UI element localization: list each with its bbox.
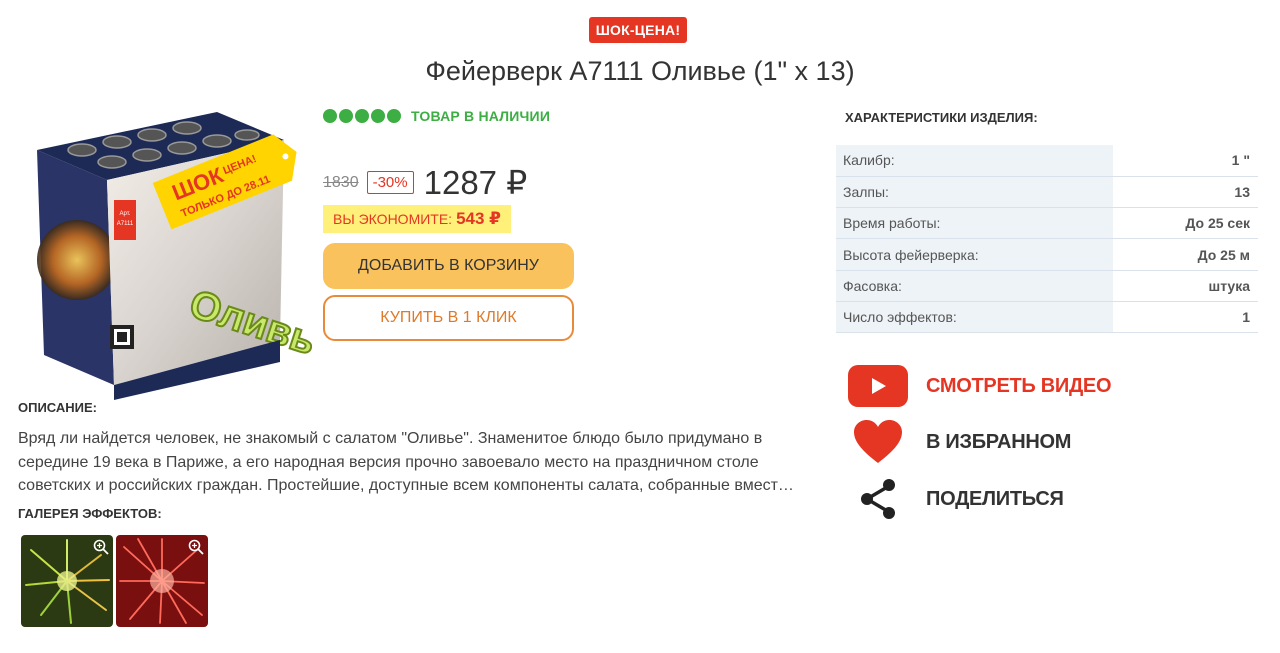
- zoom-icon: [188, 539, 204, 555]
- price-row: 1830 -30% 1287 ₽: [323, 163, 527, 202]
- add-to-cart-button[interactable]: ДОБАВИТЬ В КОРЗИНУ: [323, 243, 574, 289]
- discount-badge: -30%: [366, 171, 414, 194]
- rating-dot: [387, 109, 401, 123]
- product-title: Фейерверк А7111 Оливье (1" х 13): [425, 56, 855, 86]
- description-text: Вряд ли найдется человек, не знакомый с …: [18, 430, 794, 494]
- spec-key: Фасовка:: [836, 270, 1113, 302]
- youtube-icon: [848, 364, 908, 408]
- savings-value: 543 ₽: [456, 209, 501, 228]
- spec-value: 13: [1113, 176, 1258, 209]
- current-price: 1287 ₽: [423, 164, 528, 201]
- product-image[interactable]: Арт. А7111 Оливье ШОК ЦЕНА! ТОЛЬКО ДО 28…: [22, 100, 343, 400]
- share-link[interactable]: ПОДЕЛИТЬСЯ: [848, 477, 1064, 521]
- spec-value: 1 ": [1113, 145, 1258, 177]
- rating-dot: [371, 109, 385, 123]
- spec-value: До 25 сек: [1113, 207, 1258, 240]
- svg-text:А7111: А7111: [117, 221, 134, 227]
- spec-row: Калибр: 1 ": [836, 145, 1258, 177]
- spec-row: Фасовка: штука: [836, 270, 1258, 302]
- stock-status: ТОВАР В НАЛИЧИИ: [323, 108, 550, 124]
- spec-value: До 25 м: [1113, 238, 1258, 271]
- spec-key: Высота фейерверка:: [836, 238, 1113, 271]
- specs-heading: ХАРАКТЕРИСТИКИ ИЗДЕЛИЯ:: [845, 110, 1038, 125]
- spec-value: 1: [1113, 301, 1258, 334]
- gallery-thumb[interactable]: [21, 535, 113, 627]
- gallery-heading: ГАЛЕРЕЯ ЭФФЕКТОВ:: [18, 506, 162, 521]
- svg-text:Арт.: Арт.: [120, 211, 131, 217]
- spec-key: Число эффектов:: [836, 301, 1113, 334]
- stock-label: ТОВАР В НАЛИЧИИ: [411, 108, 551, 124]
- spec-key: Калибр:: [836, 145, 1113, 177]
- rating-dot: [323, 109, 337, 123]
- buy-one-click-button[interactable]: КУПИТЬ В 1 КЛИК: [323, 295, 574, 341]
- spec-value: штука: [1113, 270, 1258, 302]
- spec-row: Высота фейерверка: До 25 м: [836, 238, 1258, 271]
- old-price: 1830: [323, 173, 359, 191]
- heart-icon: [848, 420, 908, 464]
- share-label: ПОДЕЛИТЬСЯ: [926, 487, 1064, 510]
- share-icon: [848, 477, 908, 521]
- description-heading: ОПИСАНИЕ:: [18, 400, 97, 415]
- spec-row: Число эффектов: 1: [836, 301, 1258, 334]
- zoom-icon: [93, 539, 109, 555]
- spec-row: Время работы: До 25 сек: [836, 207, 1258, 240]
- spec-key: Время работы:: [836, 207, 1113, 240]
- spec-row: Залпы: 13: [836, 176, 1258, 209]
- spec-key: Залпы:: [836, 176, 1113, 209]
- watch-video-label: СМОТРЕТЬ ВИДЕО: [926, 374, 1112, 397]
- specs-table: Калибр: 1 " Залпы: 13 Время работы: До 25 с…: [836, 145, 1258, 334]
- gallery-thumb[interactable]: [116, 535, 208, 627]
- watch-video-link[interactable]: СМОТРЕТЬ ВИДЕО: [848, 364, 1112, 408]
- rating-dot: [355, 109, 369, 123]
- shock-price-badge: ШОК-ЦЕНА!: [589, 17, 687, 43]
- savings-label: ВЫ ЭКОНОМИТЕ:: [333, 211, 453, 227]
- favorite-label: В ИЗБРАННОМ: [926, 430, 1072, 453]
- favorite-link[interactable]: В ИЗБРАННОМ: [848, 420, 1071, 464]
- savings-banner: ВЫ ЭКОНОМИТЕ: 543 ₽: [323, 205, 511, 233]
- rating-dot: [339, 109, 353, 123]
